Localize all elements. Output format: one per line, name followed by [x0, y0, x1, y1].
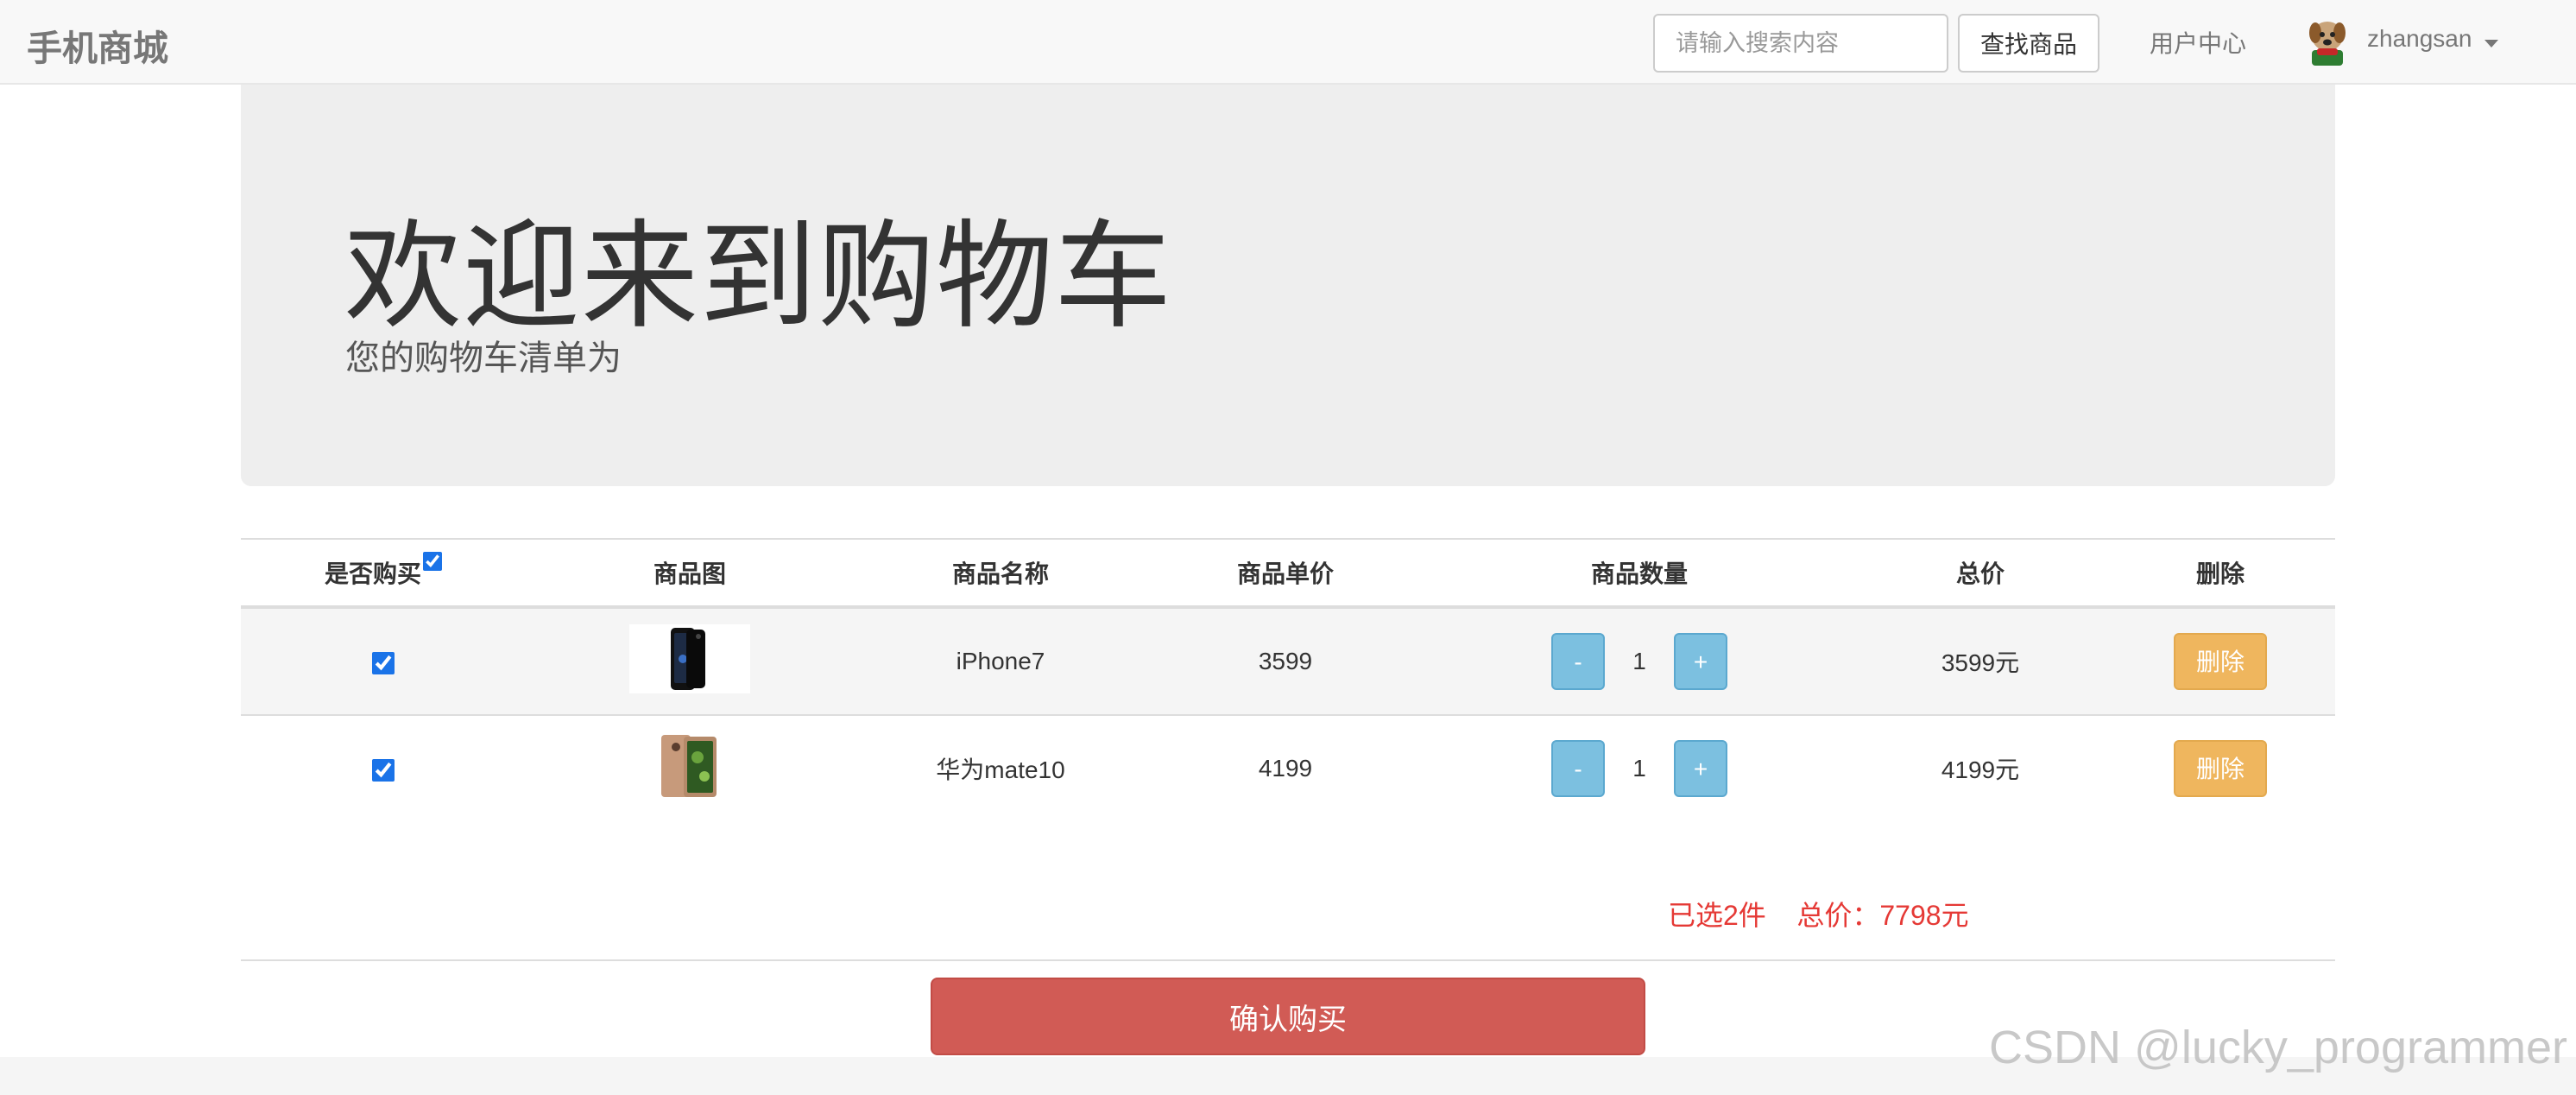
avatar[interactable]	[2305, 16, 2350, 67]
watermark: CSDN @lucky_programmer	[1989, 1022, 2567, 1073]
quantity-stepper: -1 +	[1424, 714, 1855, 821]
quantity-stepper: - 1 +	[1424, 606, 1855, 715]
product-image	[660, 733, 720, 805]
phone-gold-icon	[661, 734, 717, 797]
navbar: 手机商城 查找商品 用户中心 zhangsan	[0, 0, 2576, 85]
table-spacer	[241, 821, 2335, 961]
phone-black-icon	[629, 623, 750, 693]
cart-table: 是否购买 商品图 商品名称 商品单价 商品数量 总价 删除 iPhone7 35…	[241, 538, 2335, 961]
quantity-value: 1	[1632, 755, 1646, 782]
quantity-value: 1	[1632, 648, 1646, 674]
order-summary: 已选2件 总价：7798元	[1668, 894, 1969, 934]
header-image: 商品图	[526, 538, 854, 609]
header-buy: 是否购买	[241, 538, 526, 609]
table-header-row: 是否购买 商品图 商品名称 商品单价 商品数量 总价 删除	[241, 538, 2335, 609]
product-name: 华为mate10	[854, 714, 1147, 821]
page-title: 欢迎来到购物车	[344, 211, 1172, 342]
header-buy-label: 是否购买	[324, 560, 421, 587]
product-name: iPhone7	[854, 606, 1147, 715]
row-checkbox[interactable]	[372, 758, 395, 782]
select-all-checkbox[interactable]	[423, 552, 442, 571]
jumbotron: 欢迎来到购物车 您的购物车清单为	[241, 85, 2335, 486]
delete-button[interactable]: 删除	[2174, 740, 2267, 797]
caret-down-icon[interactable]	[2484, 40, 2498, 47]
product-image	[629, 623, 750, 699]
product-price: 3599	[1147, 606, 1424, 715]
search-button[interactable]: 查找商品	[1958, 14, 2099, 73]
search-input[interactable]	[1653, 14, 1948, 73]
product-price: 4199	[1147, 714, 1424, 821]
username-dropdown[interactable]: zhangsan	[2367, 25, 2472, 53]
header-total: 总价	[1855, 538, 2106, 609]
row-total: 3599元	[1855, 606, 2106, 715]
delete-button[interactable]: 删除	[2174, 633, 2267, 690]
increase-button[interactable]: +	[1674, 633, 1727, 690]
increase-button[interactable]: +	[1674, 740, 1727, 797]
selected-count: 已选2件	[1668, 900, 1766, 931]
decrease-button[interactable]: -	[1551, 740, 1605, 797]
row-checkbox[interactable]	[372, 651, 395, 674]
table-row: iPhone7 3599 - 1 + 3599元 删除	[241, 606, 2335, 715]
header-quantity: 商品数量	[1424, 538, 1855, 609]
table-row: 华为mate10 4199 -1 + 4199元 删除	[241, 714, 2335, 821]
page-subtitle: 您的购物车清单为	[345, 339, 622, 377]
header-name: 商品名称	[854, 538, 1147, 609]
header-price: 商品单价	[1147, 538, 1424, 609]
confirm-purchase-button[interactable]: 确认购买	[931, 978, 1645, 1055]
header-delete: 删除	[2106, 538, 2335, 609]
decrease-button[interactable]: -	[1551, 633, 1605, 690]
total-price: 总价：7798元	[1796, 900, 1969, 931]
user-center-link[interactable]: 用户中心	[2150, 25, 2246, 60]
dog-avatar-icon	[2309, 22, 2346, 66]
row-total: 4199元	[1855, 714, 2106, 821]
brand-logo[interactable]: 手机商城	[27, 19, 168, 71]
